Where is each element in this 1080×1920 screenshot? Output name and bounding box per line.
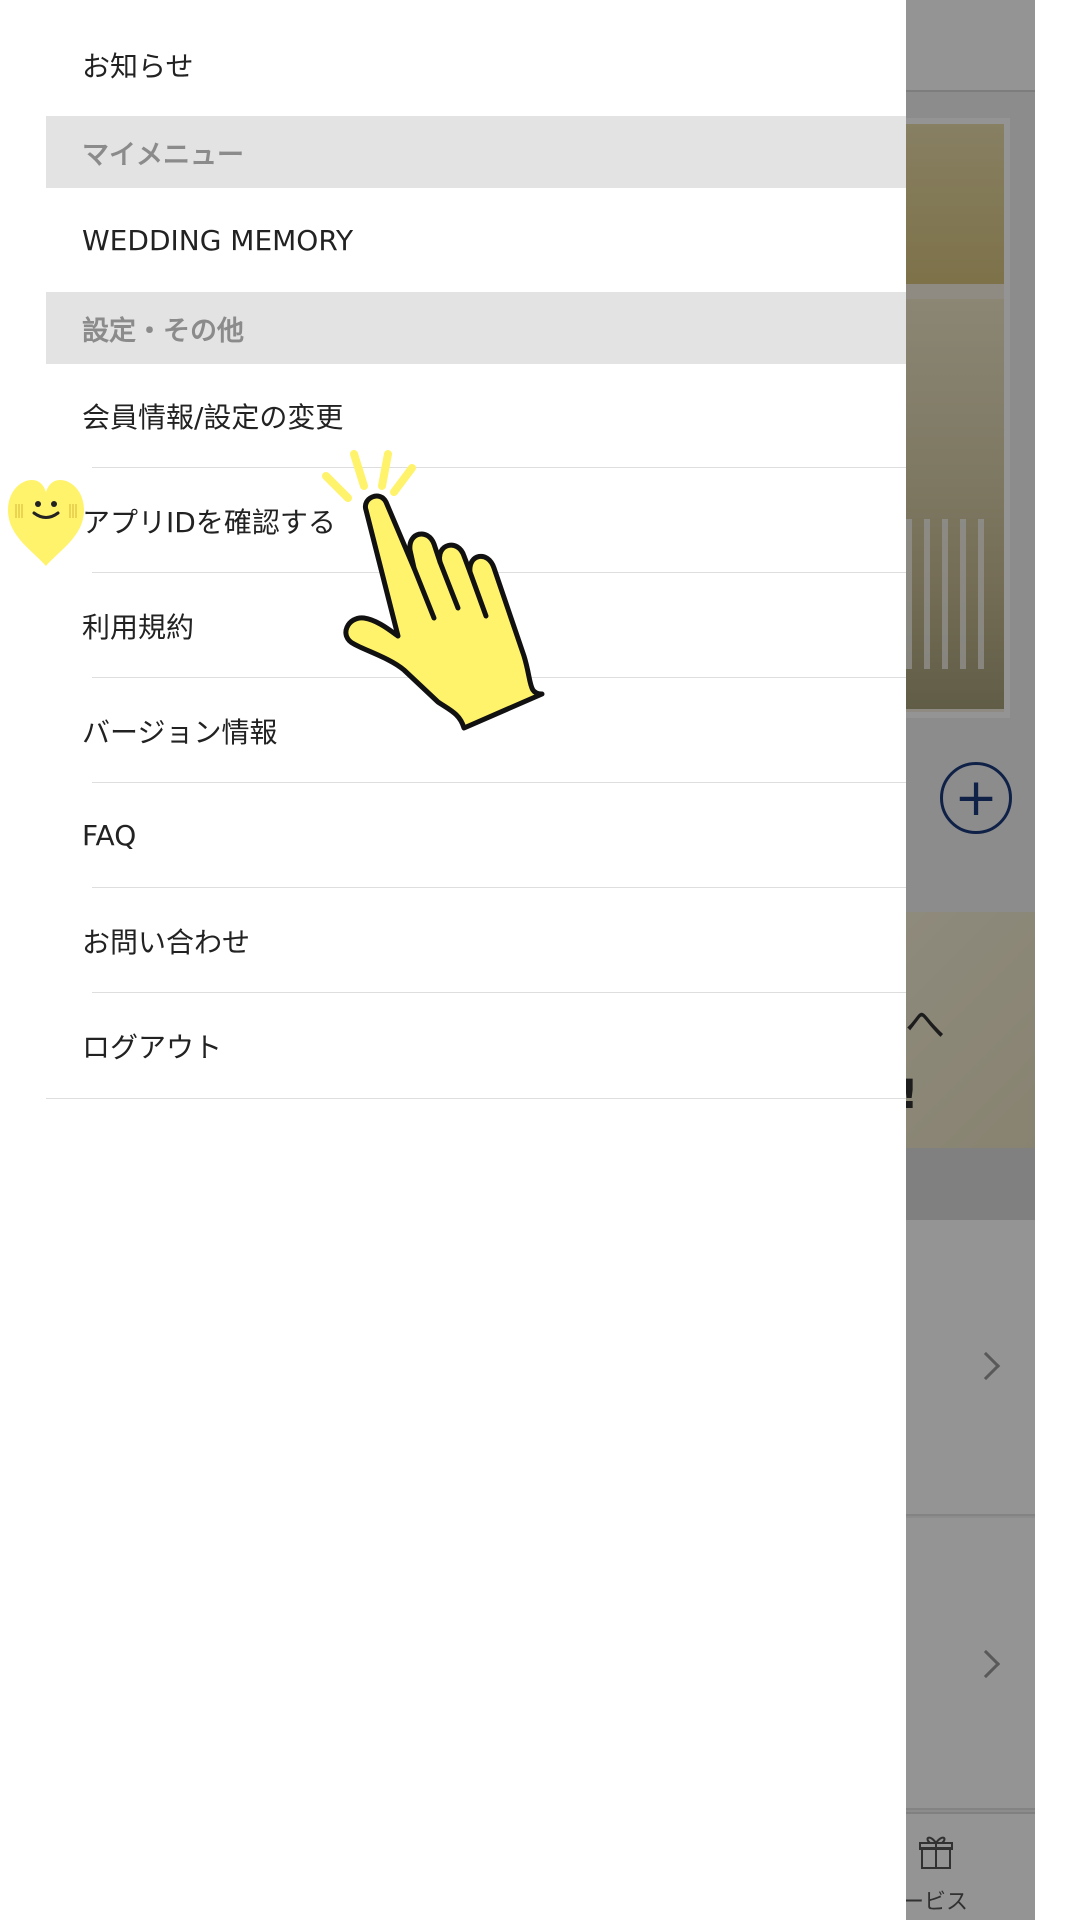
section-header-label: 設定・その他 xyxy=(82,315,244,347)
menu-item-label: お問い合わせ xyxy=(82,925,251,959)
menu-item-label: FAQ xyxy=(82,819,137,852)
smiling-heart-icon xyxy=(8,480,84,566)
menu-item-label: バージョン情報 xyxy=(82,715,278,749)
menu-item-label: お知らせ xyxy=(82,50,194,83)
screen-edge xyxy=(1035,0,1080,1920)
menu-item-logout[interactable]: ログアウト xyxy=(0,993,906,1098)
menu-item-label: アプリIDを確認する xyxy=(82,505,336,539)
side-drawer-menu: お知らせ マイメニュー WEDDING MEMORY 設定・その他 会員情報/設… xyxy=(0,0,906,1920)
menu-item-label: ログアウト xyxy=(82,1030,223,1064)
section-header-label: マイメニュー xyxy=(82,139,244,171)
menu-item-label: 会員情報/設定の変更 xyxy=(82,401,344,434)
divider xyxy=(46,1098,906,1099)
menu-item-label: 利用規約 xyxy=(82,610,195,644)
menu-item-contact[interactable]: お問い合わせ xyxy=(0,888,906,993)
pointing-hand-icon xyxy=(322,450,545,731)
menu-item-wedding-memory[interactable]: WEDDING MEMORY xyxy=(0,198,906,282)
section-header-settings: 設定・その他 xyxy=(46,292,906,364)
menu-item-news[interactable]: お知らせ xyxy=(0,22,906,108)
section-header-my-menu: マイメニュー xyxy=(46,116,906,188)
menu-item-label: WEDDING MEMORY xyxy=(82,223,354,257)
menu-item-faq[interactable]: FAQ xyxy=(0,783,906,888)
